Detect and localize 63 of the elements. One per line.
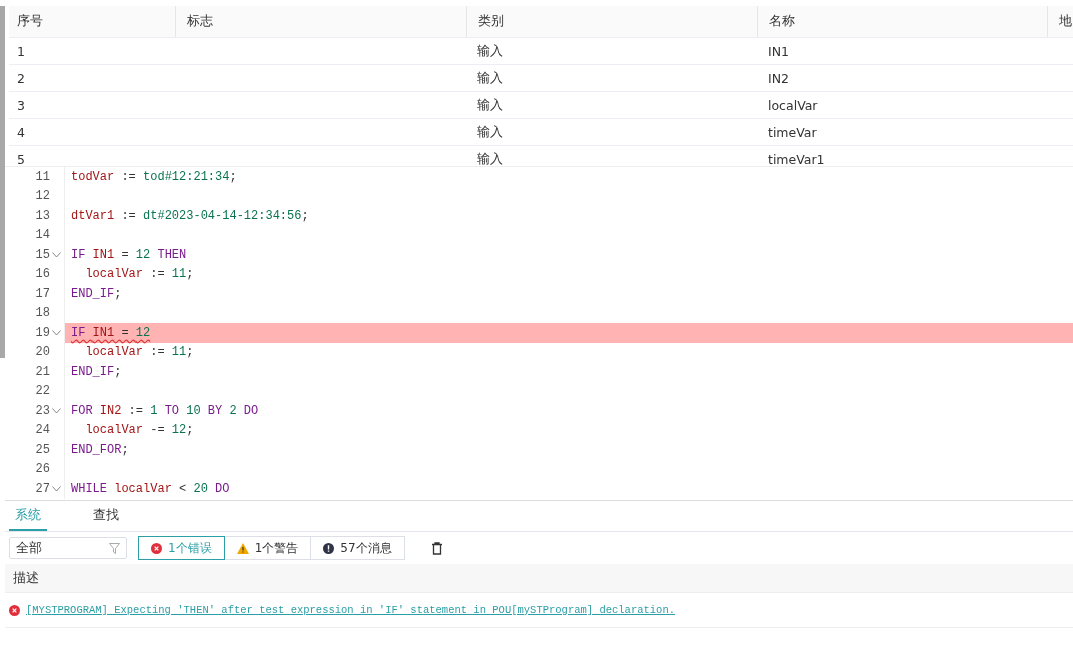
table-cell: 4 <box>17 124 25 140</box>
column-header[interactable]: 标志 <box>175 6 466 37</box>
code-line: END_IF; <box>71 364 122 379</box>
panel-tab[interactable]: 查找 <box>87 501 125 531</box>
line-number: 23 <box>35 403 50 418</box>
line-number: 16 <box>35 267 50 282</box>
table-cell: 输入 <box>477 123 503 141</box>
table-cell: 2 <box>17 70 25 86</box>
line-number: 17 <box>35 286 50 301</box>
warning-icon <box>236 542 249 554</box>
line-number: 20 <box>35 345 50 360</box>
funnel-icon <box>109 542 120 554</box>
error-icon <box>151 542 162 554</box>
table-cell: 输入 <box>477 42 503 60</box>
code-line: localVar := 11; <box>84 345 194 360</box>
code-line: WHILE localVar < 20 DO <box>71 481 230 496</box>
line-number: 15 <box>35 247 50 262</box>
line-number: 22 <box>35 384 50 399</box>
code-line: FOR IN2 := 1 TO 10 BY 2 DO <box>71 403 259 418</box>
table-cell: IN1 <box>768 43 789 59</box>
line-number: 11 <box>35 169 50 184</box>
column-header[interactable]: 地 <box>1047 6 1073 37</box>
table-cell: IN2 <box>768 70 789 86</box>
filter-select[interactable]: 全部 <box>9 537 127 559</box>
code-line: IF IN1 = 12 <box>71 325 151 340</box>
table-cell: 5 <box>17 151 25 166</box>
table-cell: 输入 <box>477 69 503 87</box>
table-cell: timeVar <box>768 124 817 140</box>
table-cell: 输入 <box>477 150 503 166</box>
code-line: localVar -= 12; <box>84 423 194 438</box>
filter-toggle-button[interactable]: 1个警告 <box>223 536 312 560</box>
line-number: 27 <box>35 481 50 496</box>
table-cell: localVar <box>768 97 818 113</box>
code-line: dtVar1 := dt#2023-04-14-12:34:56; <box>71 208 309 223</box>
column-header[interactable]: 序号 <box>9 6 175 37</box>
table-cell: 1 <box>17 43 25 59</box>
filter-toggle-button[interactable]: 57个消息 <box>310 536 405 560</box>
column-header: 描述 <box>13 569 39 587</box>
line-number: 25 <box>35 442 50 457</box>
line-number: 24 <box>35 423 50 438</box>
fold-chevron-icon[interactable] <box>51 407 61 414</box>
error-icon <box>9 604 20 616</box>
code-line: todVar := tod#12:21:34; <box>71 169 237 184</box>
line-number: 19 <box>35 325 50 340</box>
code-line: END_FOR; <box>71 442 129 457</box>
line-number: 14 <box>35 228 50 243</box>
table-cell: timeVar1 <box>768 151 825 166</box>
line-number: 12 <box>35 189 50 204</box>
line-number: 21 <box>35 364 50 379</box>
exclamation-icon <box>323 542 335 554</box>
code-line: localVar := 11; <box>84 267 194 282</box>
line-number: 18 <box>35 306 50 321</box>
line-number: 26 <box>35 462 50 477</box>
column-header[interactable]: 类别 <box>466 6 757 37</box>
table-cell: 3 <box>17 97 25 113</box>
column-header[interactable]: 名称 <box>757 6 1047 37</box>
fold-chevron-icon[interactable] <box>51 251 61 258</box>
fold-chevron-icon[interactable] <box>51 329 61 336</box>
code-line: END_IF; <box>71 286 122 301</box>
table-cell: 输入 <box>477 96 503 114</box>
fold-chevron-icon[interactable] <box>51 485 61 492</box>
line-number: 13 <box>35 208 50 223</box>
code-line: IF IN1 = 12 THEN <box>71 247 187 262</box>
